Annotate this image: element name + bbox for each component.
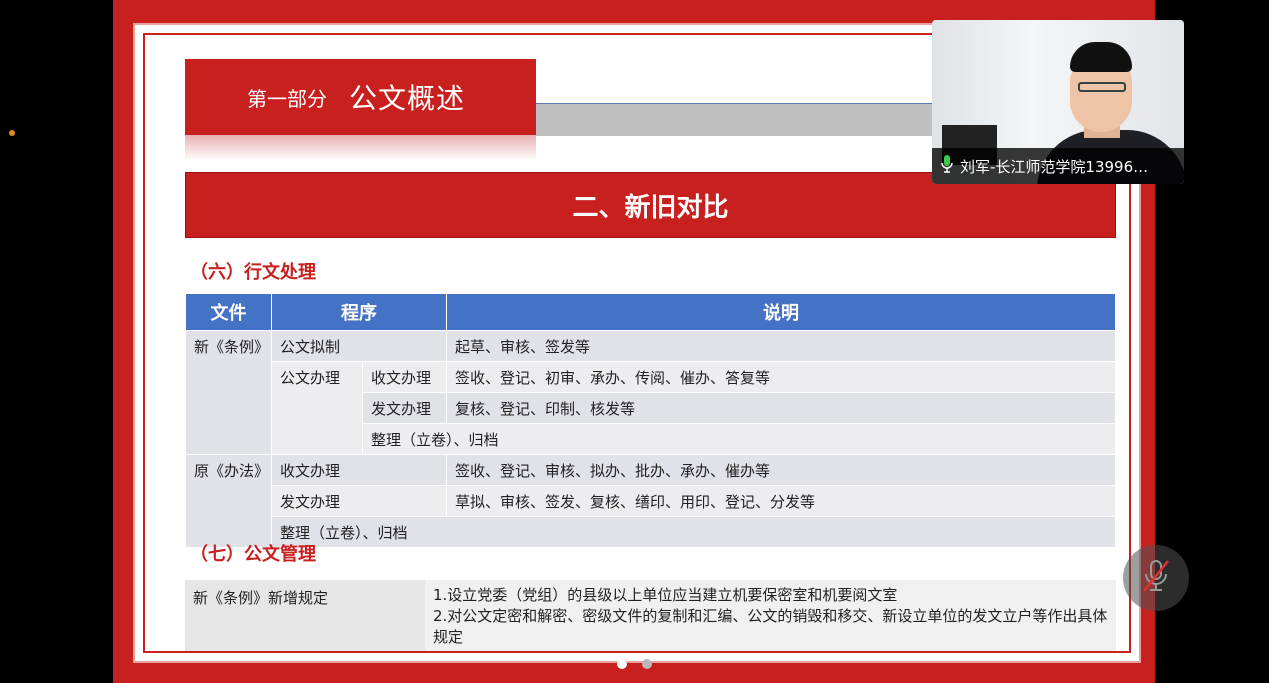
- subsection-heading-6: （六）行文处理: [190, 262, 316, 283]
- management-table: 新《条例》新增规定 1.设立党委（党组）的县级以上单位应当建立机要保密室和机要阅…: [185, 580, 1116, 651]
- decorative-bar: [536, 103, 936, 136]
- mute-button[interactable]: [1123, 545, 1189, 611]
- sub-procedure-cell: 收文办理: [362, 361, 447, 393]
- column-header-procedure: 程序: [271, 293, 447, 331]
- participant-name: 刘军-长江师范学院13996…: [960, 157, 1149, 176]
- participant-video-tile[interactable]: 刘军-长江师范学院13996…: [932, 20, 1184, 184]
- procedure-cell: 收文办理: [271, 454, 447, 486]
- management-description: 1.设立党委（党组）的县级以上单位应当建立机要保密室和机要阅文室 2.对公文定密…: [425, 580, 1116, 651]
- table-row: 公文办理 收文办理 签收、登记、初审、承办、传阅、催办、答复等: [186, 361, 1116, 455]
- sub-procedure-cell: 整理（立卷）、归档: [362, 423, 1116, 455]
- description-cell: 签收、登记、审核、拟办、批办、承办、催办等: [446, 454, 1116, 486]
- file-cell: 原《办法》: [185, 454, 272, 548]
- pager-dot-2[interactable]: [642, 659, 652, 669]
- procedure-cell: 整理（立卷）、归档: [271, 516, 1116, 548]
- procedure-cell: 发文办理: [271, 485, 447, 517]
- part-title: 公文概述: [349, 82, 466, 115]
- sub-procedure-cell: 发文办理: [362, 392, 447, 424]
- table-row: 新《条例》 公文拟制 起草、审核、签发等: [185, 330, 1116, 455]
- microphone-muted-icon: [1141, 558, 1171, 598]
- description-cell: 复核、登记、印制、核发等: [446, 392, 1116, 424]
- description-cell: 起草、审核、签发等: [446, 330, 1116, 362]
- procedure-table: 文件 程序 说明 新《条例》 公文拟制 起草、审核、签发等 公文办理 收文办理 …: [185, 293, 1116, 548]
- subsection-heading-7: （七）公文管理: [190, 544, 316, 565]
- procedure-cell: 公文拟制: [271, 330, 447, 362]
- column-header-description: 说明: [446, 293, 1116, 331]
- part-label: 第一部分: [247, 86, 327, 111]
- participant-glasses: [1078, 82, 1126, 92]
- table-row: 整理（立卷）、归档: [186, 516, 1116, 548]
- table-header-row: 文件 程序 说明: [185, 293, 1116, 331]
- participant-name-bar: 刘军-长江师范学院13996…: [932, 148, 1184, 184]
- procedure-cell: 公文办理: [271, 361, 363, 455]
- column-header-file: 文件: [185, 293, 272, 331]
- part-banner-shadow: [185, 135, 536, 161]
- status-dot: [9, 130, 15, 136]
- management-label: 新《条例》新增规定: [193, 589, 329, 607]
- management-line-1: 1.设立党委（党组）的县级以上单位应当建立机要保密室和机要阅文室: [433, 586, 898, 604]
- pager-dot-1[interactable]: [617, 659, 627, 669]
- table-row: 原《办法》 收文办理 签收、登记、审核、拟办、批办、承办、催办等: [185, 454, 1116, 548]
- table-row: 发文办理 草拟、审核、签发、复核、缮印、用印、登记、分发等: [186, 485, 1116, 517]
- description-cell: 签收、登记、初审、承办、传阅、催办、答复等: [446, 361, 1116, 393]
- management-line-2: 2.对公文定密和解密、密级文件的复制和汇编、公文的销毁和移交、新设立单位的发文立…: [433, 607, 1108, 646]
- file-cell: 新《条例》: [185, 330, 272, 455]
- microphone-icon: [940, 154, 954, 178]
- part-banner: 第一部分 公文概述: [185, 59, 536, 135]
- description-cell: 草拟、审核、签发、复核、缮印、用印、登记、分发等: [446, 485, 1116, 517]
